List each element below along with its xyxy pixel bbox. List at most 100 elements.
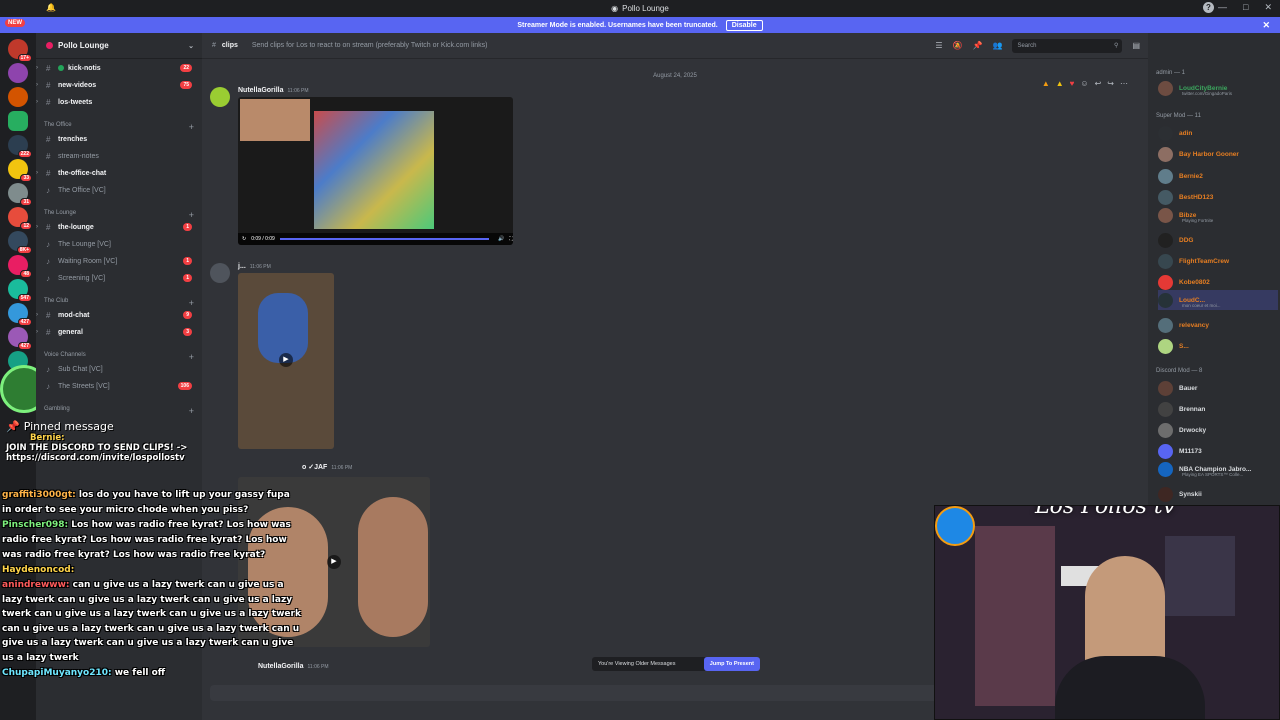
server-icon-3[interactable] bbox=[8, 87, 28, 107]
member-item[interactable]: Bauer bbox=[1158, 378, 1278, 398]
channel-the-lounge-vc[interactable]: ♪ The Lounge [VC] bbox=[36, 236, 202, 252]
member-item[interactable]: S... bbox=[1158, 336, 1278, 356]
pin-icon[interactable]: 📌 bbox=[973, 41, 983, 50]
heart-reaction-icon[interactable]: ♥ bbox=[1070, 79, 1075, 88]
avatar[interactable] bbox=[210, 263, 230, 283]
server-icon-12[interactable]: 427 bbox=[8, 303, 32, 326]
member-item[interactable]: NBA Champion Jabro... Playing EA SPORTS™ … bbox=[1158, 459, 1278, 479]
add-reaction-icon[interactable]: ☺ bbox=[1080, 79, 1088, 88]
message-author[interactable]: NutellaGorilla 11:06 PM bbox=[238, 87, 309, 94]
channel-new-videos[interactable]: › # new-videos 75 bbox=[36, 77, 202, 93]
avatar bbox=[1158, 274, 1173, 290]
server-icon-7[interactable]: 31 bbox=[8, 183, 32, 206]
member-item[interactable]: LoudCityBernie twitter.com/GingadoParis bbox=[1158, 78, 1278, 98]
channel-kick-notis[interactable]: › # kick-notis 22 bbox=[36, 60, 202, 76]
bell-mute-icon[interactable]: 🔕 bbox=[953, 41, 963, 50]
member-item[interactable]: relevancy bbox=[1158, 315, 1278, 335]
reply-icon[interactable]: ↩ bbox=[1095, 79, 1102, 88]
add-channel-icon[interactable]: + bbox=[189, 406, 194, 416]
avatar[interactable] bbox=[210, 87, 230, 107]
channel-general[interactable]: › # general 3 bbox=[36, 324, 202, 340]
channel-mod-chat[interactable]: › # mod-chat 9 bbox=[36, 307, 202, 323]
message-author[interactable]: o ✓JAF 11:06 PM bbox=[302, 463, 352, 471]
fire-reaction-icon[interactable]: ▲ bbox=[1042, 79, 1050, 88]
channel-screening-vc[interactable]: ♪ Screening [VC] 1 bbox=[36, 270, 202, 286]
jump-to-present-button[interactable]: Jump To Present bbox=[703, 657, 760, 671]
more-icon[interactable]: ⋯ bbox=[1120, 79, 1128, 88]
volume-icon[interactable]: 🔊 bbox=[498, 236, 504, 242]
channel-the-office-vc[interactable]: ♪ The Office [VC] bbox=[36, 182, 202, 198]
message-author[interactable]: j... 11:06 PM bbox=[238, 263, 271, 270]
server-icon-11[interactable]: 547 bbox=[8, 279, 32, 302]
forward-icon[interactable]: ↪ bbox=[1107, 79, 1114, 88]
member-item[interactable]: FlightTeamCrew bbox=[1158, 251, 1278, 271]
channel-name: trenches bbox=[58, 135, 88, 143]
server-badge: 31 bbox=[20, 198, 32, 206]
server-icon-13[interactable]: 427 bbox=[8, 327, 32, 350]
replay-icon[interactable]: ↻ bbox=[242, 236, 246, 242]
server-icon-10[interactable]: 48 bbox=[8, 255, 32, 278]
close-window-icon[interactable]: ✕ bbox=[1264, 2, 1272, 13]
member-name: Bernie2 bbox=[1179, 172, 1203, 180]
channel-stream-notes[interactable]: # stream-notes bbox=[36, 148, 202, 164]
channel-waiting-room-vc[interactable]: ♪ Waiting Room [VC] 1 bbox=[36, 253, 202, 269]
webcam-streamer-shirt bbox=[1055, 656, 1205, 719]
channel-the-streets-vc[interactable]: ♪ The Streets [VC] 106 bbox=[36, 378, 202, 394]
member-item[interactable]: M11173 bbox=[1158, 441, 1278, 461]
video-controls: ↻ 0:09 / 0:09 🔊 ⛶ bbox=[238, 233, 513, 245]
member-item[interactable]: Synskii bbox=[1158, 484, 1278, 504]
server-icon-2[interactable] bbox=[8, 63, 28, 83]
member-item[interactable]: Bibze Playing Fortnite bbox=[1158, 205, 1278, 225]
chevron-down-icon[interactable]: ⌄ bbox=[188, 42, 194, 50]
channel-name: stream-notes bbox=[58, 152, 99, 160]
window-controls: — □ ✕ bbox=[1218, 2, 1272, 13]
bell-icon[interactable]: 🔔 bbox=[46, 3, 56, 12]
channel-title: clips bbox=[221, 42, 238, 49]
member-item[interactable]: LoudC... mon coeur et moi... bbox=[1158, 290, 1278, 310]
video-progress[interactable] bbox=[279, 238, 490, 240]
member-item[interactable]: adin bbox=[1158, 123, 1278, 143]
play-icon[interactable]: ▶ bbox=[327, 555, 341, 569]
disable-button[interactable]: Disable bbox=[725, 19, 763, 31]
channel-the-lounge[interactable]: › # the-lounge 1 bbox=[36, 219, 202, 235]
member-name: M11173 bbox=[1179, 447, 1202, 455]
server-icon-4[interactable] bbox=[8, 111, 28, 131]
category-gambling[interactable]: Gambling + bbox=[44, 406, 194, 416]
server-icon-6[interactable]: 33 bbox=[8, 159, 32, 182]
video-thumbnail-person-right bbox=[358, 497, 428, 637]
threads-icon[interactable]: ☰ bbox=[935, 41, 942, 50]
server-name: Pollo Lounge bbox=[58, 41, 109, 50]
member-item[interactable]: Bay Harbor Gooner bbox=[1158, 144, 1278, 164]
new-badge: NEW bbox=[5, 19, 25, 27]
server-icon-5[interactable]: 222 bbox=[8, 135, 32, 158]
server-badge: 427 bbox=[17, 342, 32, 350]
member-item[interactable]: Drwocky bbox=[1158, 420, 1278, 440]
search-input[interactable]: Search ⚲ bbox=[1012, 38, 1123, 53]
server-icon-8[interactable]: 12 bbox=[8, 207, 32, 230]
inbox-icon[interactable]: ▤ bbox=[1132, 41, 1140, 50]
channel-sub-chat-vc[interactable]: ♪ Sub Chat [VC] bbox=[36, 361, 202, 377]
help-icon[interactable]: ? bbox=[1203, 2, 1214, 13]
member-item[interactable]: Bernie2 bbox=[1158, 166, 1278, 186]
members-icon[interactable]: 👥 bbox=[992, 41, 1002, 50]
speaker-icon: ♪ bbox=[46, 256, 50, 266]
member-item[interactable]: Brennan bbox=[1158, 399, 1278, 419]
maximize-icon[interactable]: □ bbox=[1243, 2, 1248, 13]
close-banner-icon[interactable]: ✕ bbox=[1262, 20, 1270, 31]
member-section-title: admin — 1 bbox=[1156, 70, 1186, 76]
channel-los-tweets[interactable]: › # los-tweets bbox=[36, 94, 202, 110]
member-item[interactable]: BestHD123 bbox=[1158, 187, 1278, 207]
video-embed[interactable]: ↻ 0:09 / 0:09 🔊 ⛶ bbox=[238, 97, 513, 245]
server-icon-1[interactable]: 17+ bbox=[8, 39, 32, 62]
member-item[interactable]: DDG bbox=[1158, 230, 1278, 250]
channel-the-office-chat[interactable]: › # the-office-chat bbox=[36, 165, 202, 181]
video-embed[interactable]: ▶ bbox=[238, 273, 334, 449]
fullscreen-icon[interactable]: ⛶ bbox=[509, 236, 513, 242]
member-item[interactable]: Kobe0802 bbox=[1158, 272, 1278, 292]
minimize-icon[interactable]: — bbox=[1218, 2, 1227, 13]
pray-reaction-icon[interactable]: ▲ bbox=[1056, 79, 1064, 88]
channel-trenches[interactable]: # trenches bbox=[36, 131, 202, 147]
server-icon-9[interactable]: 8K+ bbox=[8, 231, 32, 254]
play-icon[interactable]: ▶ bbox=[279, 353, 293, 367]
server-header[interactable]: Pollo Lounge ⌄ bbox=[36, 33, 202, 59]
